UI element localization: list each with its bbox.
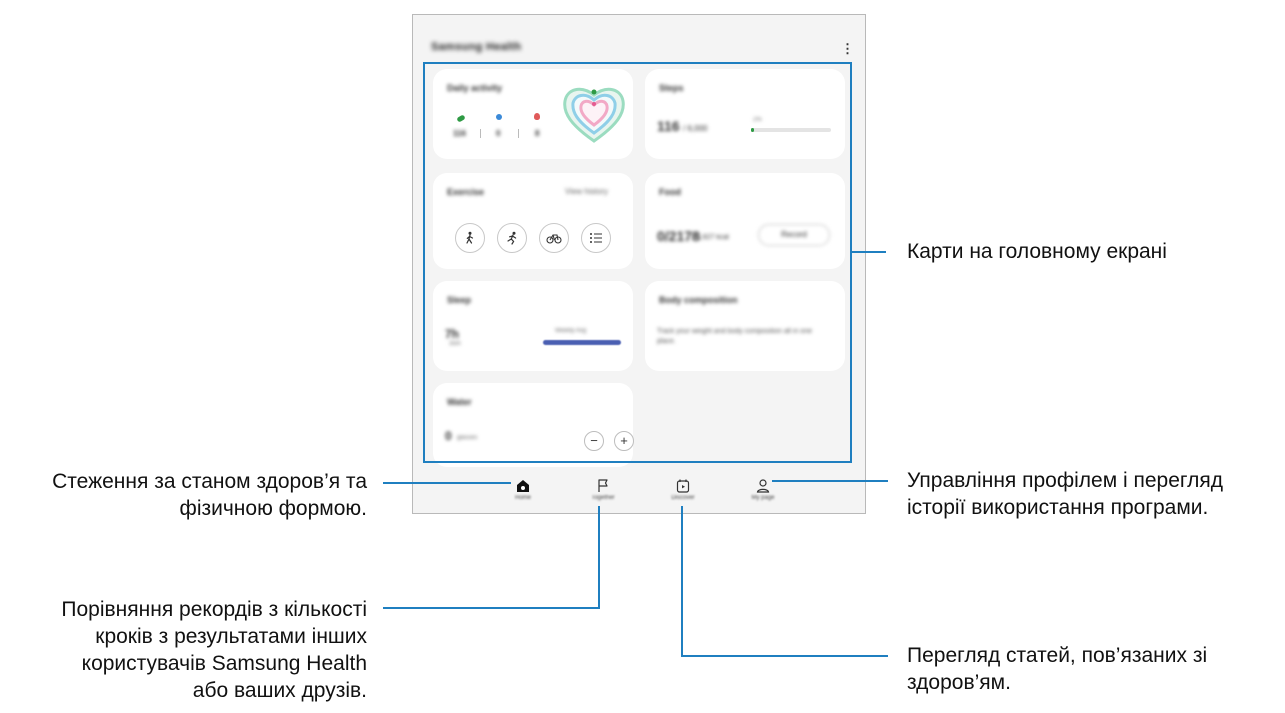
callout-my-page-line-1: Управління профілем і перегляд xyxy=(907,469,1223,492)
callout-line-cards xyxy=(852,251,886,253)
more-vert-icon[interactable]: ⋮ xyxy=(841,41,854,57)
callout-line-discover-vertical xyxy=(681,506,683,657)
nav-discover[interactable]: Discover xyxy=(653,477,713,507)
app-title: Samsung Health xyxy=(431,41,522,53)
callout-line-together-horizontal xyxy=(383,607,600,609)
home-cards-highlight xyxy=(423,62,852,463)
callout-discover-line-1: Перегляд статей, пов’язаних зі xyxy=(907,644,1208,667)
callout-together-line-2: кроків з результатами інших xyxy=(95,625,367,648)
callout-together-line-1: Порівняння рекордів з кількості xyxy=(61,598,367,621)
discover-icon xyxy=(676,479,690,493)
flag-icon xyxy=(598,479,608,492)
callout-line-my-page xyxy=(772,480,888,482)
nav-together-label: Together xyxy=(591,495,615,501)
nav-together[interactable]: Together xyxy=(573,477,633,507)
callout-together-line-4: або ваших друзів. xyxy=(192,679,367,702)
callout-together-line-3: користувачів Samsung Health xyxy=(81,652,367,675)
callout-home: Стеження за станом здоров’я та фізичною … xyxy=(0,468,367,522)
callout-my-page: Управління профілем і перегляд історії в… xyxy=(907,467,1223,521)
callout-home-line-1: Стеження за станом здоров’я та xyxy=(52,470,367,493)
callout-discover: Перегляд статей, пов’язаних зі здоров’ям… xyxy=(907,642,1207,696)
home-icon xyxy=(517,480,529,492)
nav-my-page-label: My page xyxy=(751,495,775,501)
callout-home-cards: Карти на головному екрані xyxy=(907,240,1167,263)
nav-home-label: Home xyxy=(514,495,531,501)
callout-my-page-line-2: історії використання програми. xyxy=(907,496,1209,519)
callout-line-home xyxy=(383,482,511,484)
person-icon xyxy=(756,479,770,493)
callout-together: Порівняння рекордів з кількості кроків з… xyxy=(0,596,367,704)
callout-line-together-vertical xyxy=(598,506,600,609)
callout-discover-line-2: здоров’ям. xyxy=(907,671,1011,694)
callout-line-discover-horizontal xyxy=(681,655,888,657)
nav-discover-label: Discover xyxy=(671,495,695,501)
callout-home-line-2: фізичною формою. xyxy=(179,497,367,520)
